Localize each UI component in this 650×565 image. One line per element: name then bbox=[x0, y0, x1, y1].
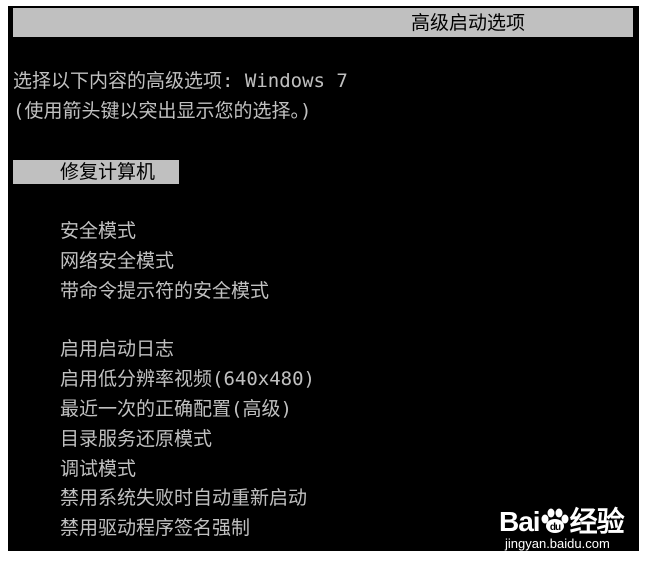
menu-item-low-resolution-video[interactable]: 启用低分辨率视频(640x480) bbox=[60, 367, 315, 391]
menu-item-safe-mode[interactable]: 安全模式 bbox=[60, 219, 136, 243]
menu-item-disable-driver-signature[interactable]: 禁用驱动程序签名强制 bbox=[60, 516, 250, 540]
header-line-hint: (使用箭头键以突出显示您的选择。) bbox=[13, 100, 312, 122]
paw-logo-icon: du bbox=[541, 508, 569, 533]
menu-item-safe-mode-command-prompt[interactable]: 带命令提示符的安全模式 bbox=[60, 279, 269, 303]
menu-item-last-known-good-configuration[interactable]: 最近一次的正确配置(高级) bbox=[60, 397, 292, 421]
boot-screen: 高级启动选项 选择以下内容的高级选项: Windows 7 (使用箭头键以突出显… bbox=[8, 6, 639, 551]
menu-item-safe-mode-networking[interactable]: 网络安全模式 bbox=[60, 249, 174, 273]
menu-item-enable-boot-logging[interactable]: 启用启动日志 bbox=[60, 337, 174, 361]
svg-text:du: du bbox=[549, 522, 560, 533]
watermark-brand: Bai du 经验 bbox=[499, 500, 625, 540]
screen-title: 高级启动选项 bbox=[411, 12, 526, 34]
watermark-url: jingyan.baidu.com bbox=[505, 536, 610, 551]
menu-item-repair-computer[interactable]: 修复计算机 bbox=[13, 160, 179, 184]
watermark-brand-left: Bai bbox=[499, 506, 541, 537]
baidu-watermark: Bai du 经验 jingyan.baidu.com bbox=[499, 500, 639, 551]
menu-item-debugging-mode[interactable]: 调试模式 bbox=[60, 457, 136, 481]
header-line-os: 选择以下内容的高级选项: Windows 7 bbox=[13, 70, 348, 92]
menu-item-directory-services-restore[interactable]: 目录服务还原模式 bbox=[60, 427, 212, 451]
watermark-brand-right: 经验 bbox=[569, 506, 625, 537]
title-bar: 高级启动选项 bbox=[13, 8, 633, 37]
menu-item-label: 修复计算机 bbox=[60, 161, 156, 183]
menu-item-disable-auto-restart[interactable]: 禁用系统失败时自动重新启动 bbox=[60, 486, 307, 510]
